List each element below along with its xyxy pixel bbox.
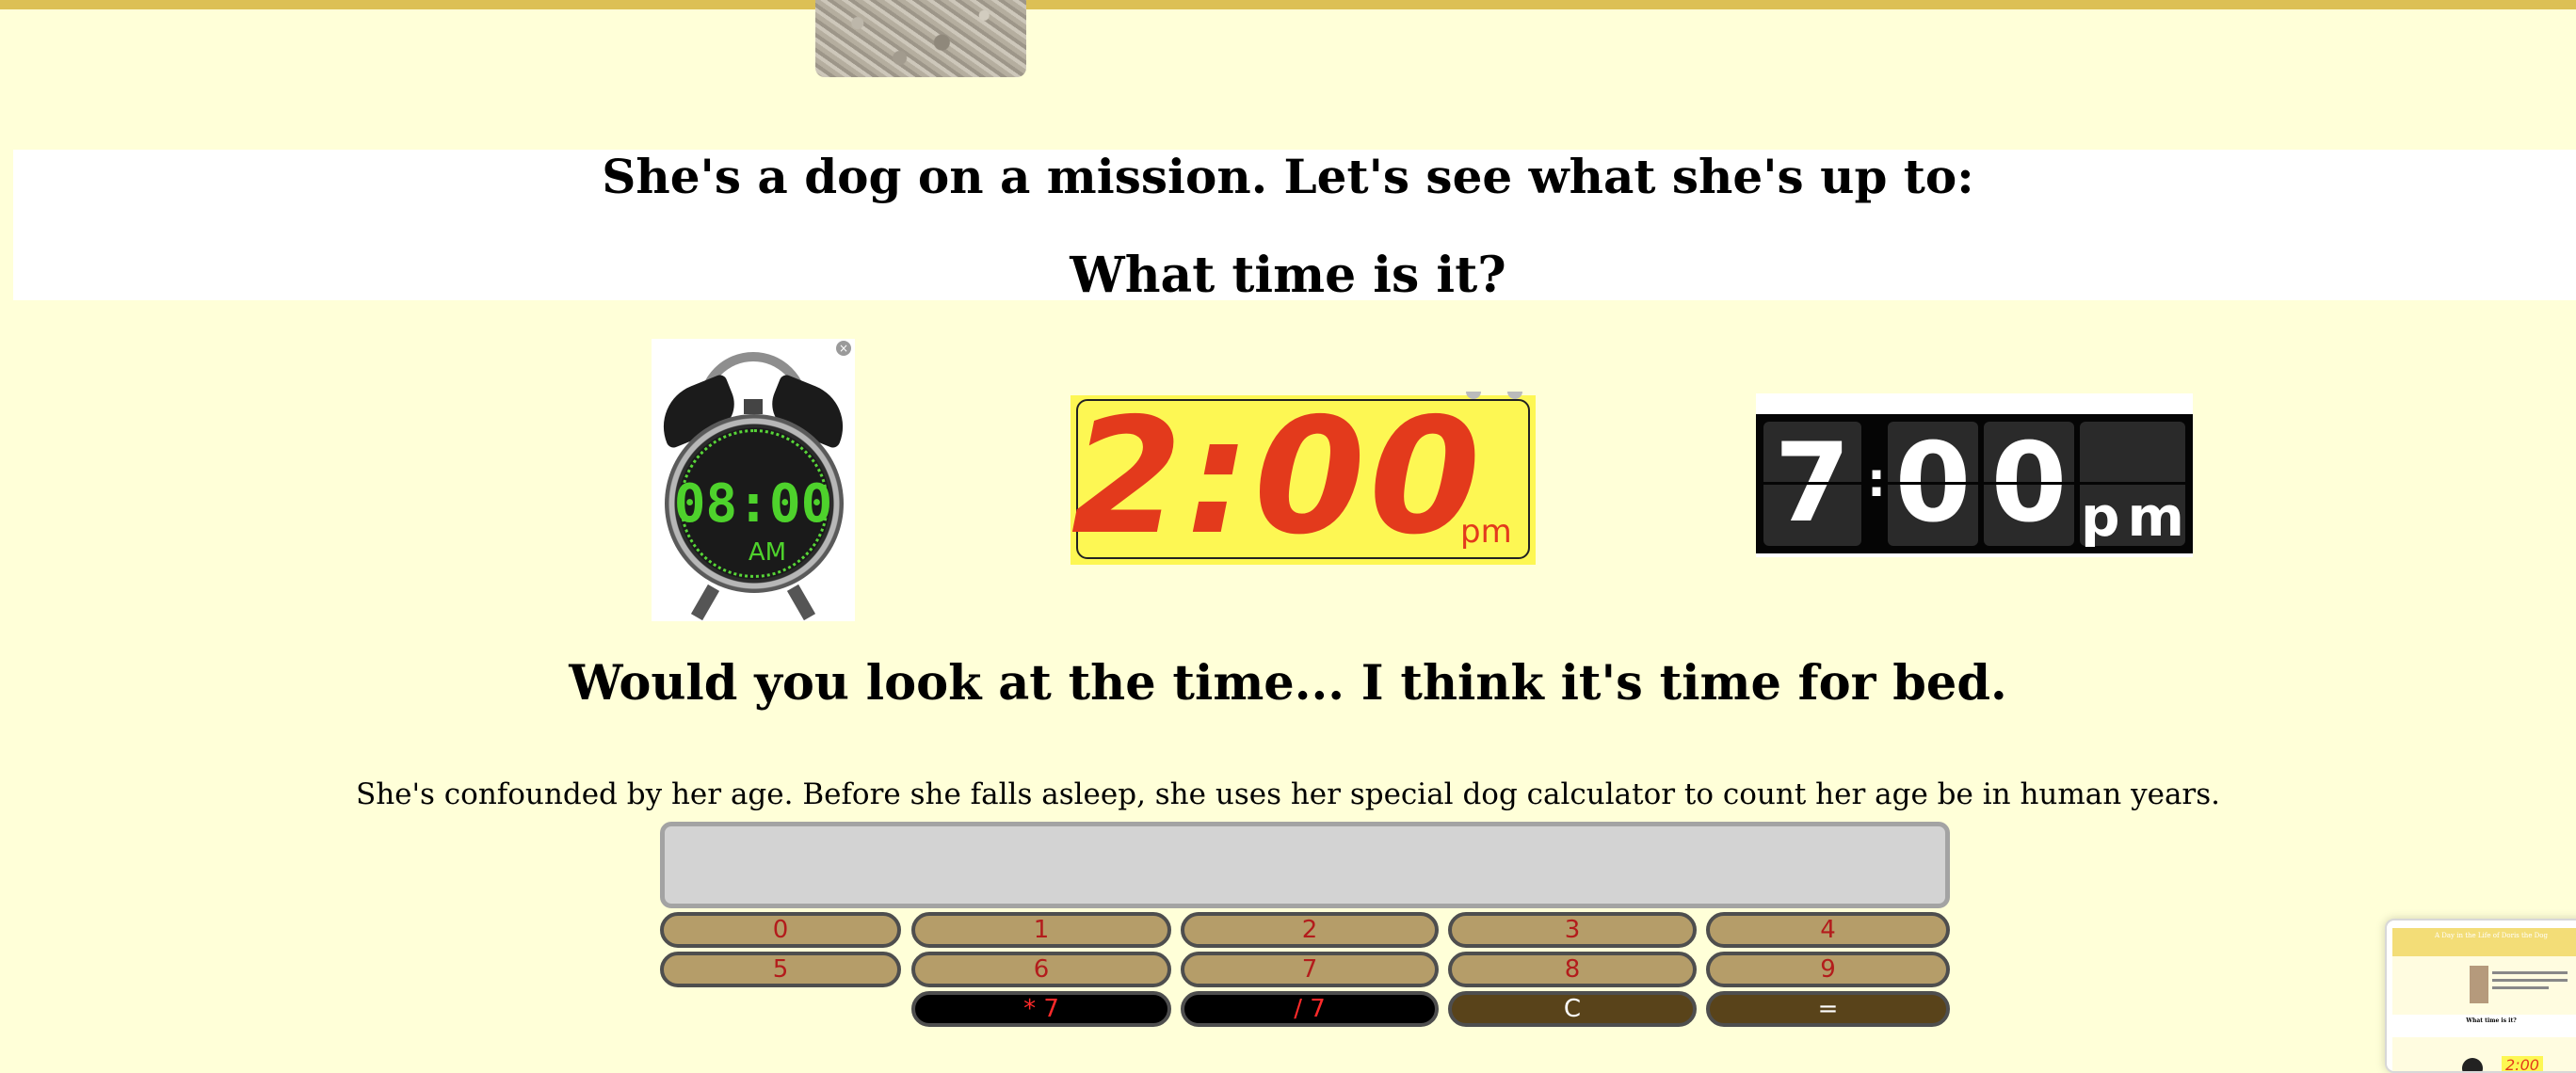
flip-min-tens: 0 [1894,422,1972,546]
page-preview-thumbnail[interactable]: A Day in the Life of Doris the Dog What … [2385,919,2576,1073]
equals-button[interactable]: = [1706,991,1950,1027]
key-6[interactable]: 6 [911,952,1171,987]
key-0[interactable]: 0 [660,912,901,948]
bedtime-heading: Would you look at the time... I think it… [569,655,2007,712]
key-8[interactable]: 8 [1448,952,1697,987]
what-time-heading: What time is it? [1070,247,1506,304]
key-1[interactable]: 1 [911,912,1171,948]
alarm-clock-image: 08:00 AM [650,339,857,621]
age-description: She's confounded by her age. Before she … [355,777,2221,811]
thumbnail-digital-clock: 2:00 [2502,1056,2543,1071]
alarm-stem [744,399,763,414]
flip-hour: 7 [1774,422,1851,546]
flip-card-min-ones: 0 [1984,422,2074,546]
thumbnail-text-line [2492,971,2568,974]
key-5[interactable]: 5 [660,952,901,987]
alarm-time: 08:00 [673,473,833,535]
flip-card-min-tens: 0 [1888,422,1978,546]
clock-knob [1507,392,1522,399]
clear-button[interactable]: C [1448,991,1697,1027]
flip-card-hour: 7 [1763,422,1861,546]
thumbnail-dog-image [2470,966,2488,1003]
alarm-leg-right [786,584,816,621]
flip-clock-panel: 7 : 0 0 pm [1756,414,2193,553]
thumbnail-alarm-clock [2462,1058,2483,1071]
digital-clock-time: 2:00 [1071,384,1485,570]
flip-ampm: pm [2081,485,2192,549]
dog-photo [815,0,1026,77]
thumbnail-heading: What time is it? [2466,1017,2517,1024]
key-2[interactable]: 2 [1181,912,1439,948]
top-accent-bar [0,0,2576,9]
thumbnail-title: A Day in the Life of Doris the Dog [2434,932,2548,939]
key-7[interactable]: 7 [1181,952,1439,987]
calculator-display[interactable] [660,822,1950,908]
key-9[interactable]: 9 [1706,952,1950,987]
flip-clock-image: 7 : 0 0 pm [1756,393,2193,557]
flip-min-ones: 0 [1990,422,2068,546]
key-3[interactable]: 3 [1448,912,1697,948]
digital-clock-image: 2:00 pm [1071,384,1536,570]
alarm-ampm: AM [748,538,787,567]
close-icon[interactable]: × [836,341,851,356]
thumbnail-text-line [2492,979,2568,982]
flip-colon: : [1867,453,1886,507]
key-4[interactable]: 4 [1706,912,1950,948]
digital-clock-ampm: pm [1460,513,1512,551]
alarm-leg-left [690,584,720,621]
divide-by-7-button[interactable]: / 7 [1181,991,1439,1027]
multiply-by-7-button[interactable]: * 7 [911,991,1171,1027]
thumbnail-text-line [2492,986,2549,989]
mission-heading: She's a dog on a mission. Let's see what… [602,149,1974,204]
